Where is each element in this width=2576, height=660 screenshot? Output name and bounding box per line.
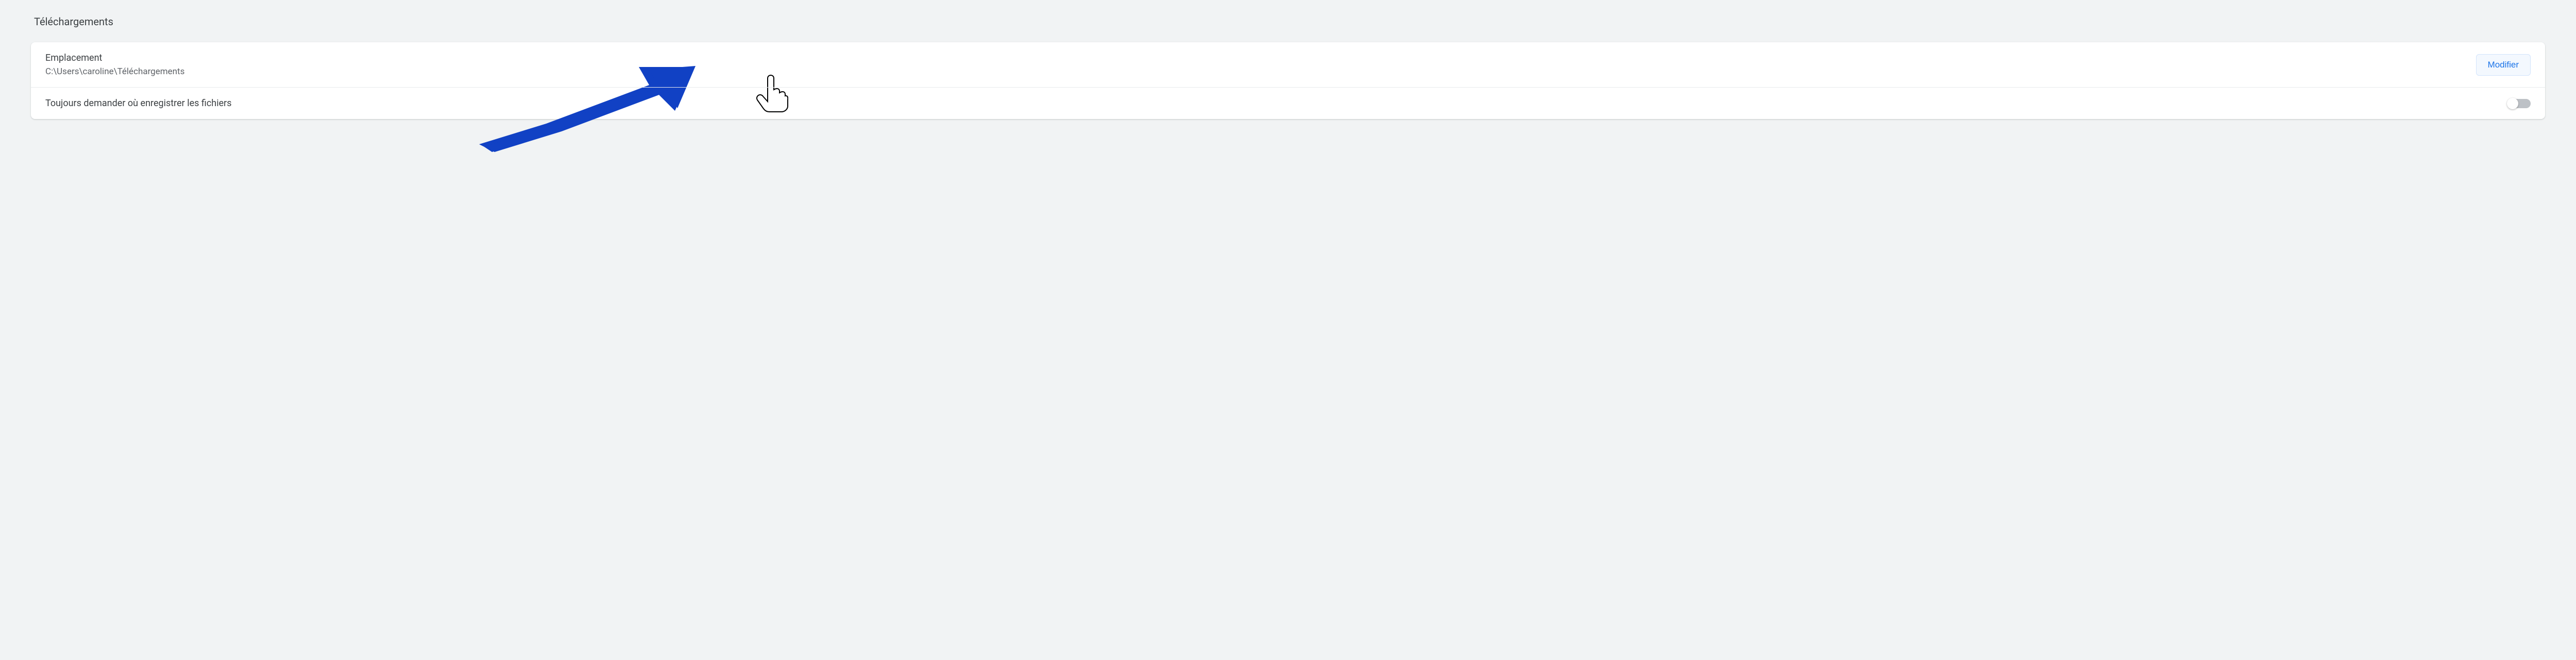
ask-location-toggle[interactable] (2508, 99, 2531, 108)
ask-location-label: Toujours demander où enregistrer les fic… (45, 98, 232, 109)
modify-button[interactable]: Modifier (2476, 54, 2531, 76)
location-path: C:\Users\caroline\Téléchargements (45, 66, 184, 77)
settings-card: Emplacement C:\Users\caroline\Télécharge… (31, 42, 2545, 119)
location-row: Emplacement C:\Users\caroline\Télécharge… (31, 42, 2545, 87)
ask-location-row: Toujours demander où enregistrer les fic… (31, 87, 2545, 119)
section-title: Téléchargements (34, 15, 2545, 28)
downloads-section: Téléchargements Emplacement C:\Users\car… (31, 15, 2545, 119)
location-label: Emplacement (45, 53, 184, 63)
